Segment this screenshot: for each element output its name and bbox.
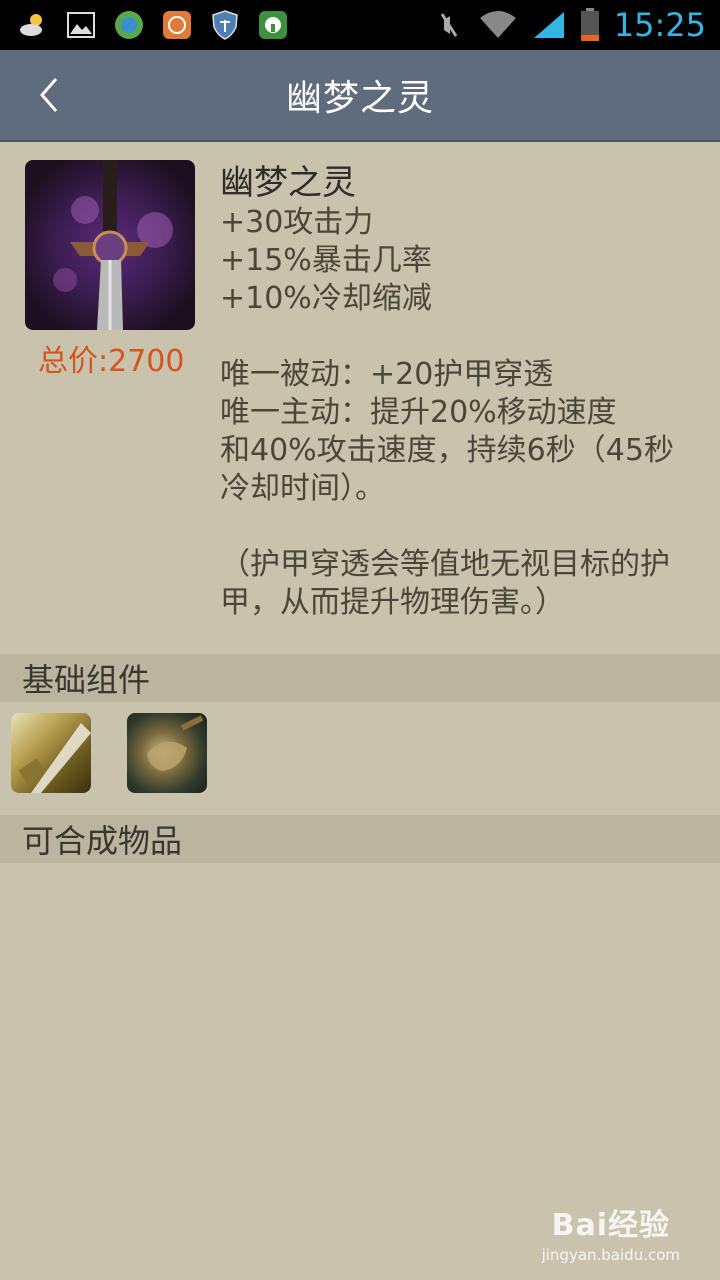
stat-line: +15%暴击几率 [220,243,432,278]
components-header: 基础组件 [0,654,720,702]
total-price: 总价:2700 [38,344,185,379]
wifi-icon [478,10,518,40]
battery-icon [580,8,600,41]
status-bar: 15:25 [0,0,720,50]
lock-app-icon [162,10,192,40]
builds-into-header: 可合成物品 [0,815,720,863]
component-brawlers-gloves[interactable] [127,713,207,793]
watermark: Bai经验 jingyan.baidu.com [542,1200,680,1264]
shield-icon [210,10,240,40]
title-bar: 幽梦之灵 [0,50,720,142]
note-text-line: 甲，从而提升物理伤害。） [220,585,565,620]
active-text-line: 唯一主动：提升20%移动速度 [220,395,617,430]
weather-icon [18,10,48,40]
security-app-icon [258,10,288,40]
component-long-sword[interactable] [11,713,91,793]
item-description: 幽梦之灵 +30攻击力 +15%暴击几率 +10%冷却缩减 唯一被动：+20护甲… [220,164,710,622]
builds-into-label: 可合成物品 [22,822,183,860]
active-text-line: 冷却时间）。 [220,471,385,506]
note-text-line: （护甲穿透会等值地无视目标的护 [220,547,670,582]
chevron-left-icon [40,78,58,112]
long-sword-icon [18,723,91,793]
passive-text: 唯一被动：+20护甲穿透 [220,357,554,392]
watermark-logo: Bai经验 [551,1208,670,1243]
clock: 15:25 [613,6,706,44]
active-text-line: 和40%攻击速度，持续6秒（45秒 [220,433,674,468]
stat-line: +10%冷却缩减 [220,281,432,316]
signal-icon [532,10,566,40]
stat-line: +30攻击力 [220,205,374,240]
gallery-icon [66,10,96,40]
watermark-url: jingyan.baidu.com [541,1246,680,1264]
item-image [25,160,195,330]
sword-icon [53,160,173,330]
item-name: 幽梦之灵 [220,163,356,203]
brawlers-gloves-icon [147,715,204,771]
components-label: 基础组件 [22,661,151,699]
browser-icon [114,10,144,40]
mute-icon [434,10,464,40]
page-title: 幽梦之灵 [285,78,434,119]
back-button[interactable] [30,75,70,115]
